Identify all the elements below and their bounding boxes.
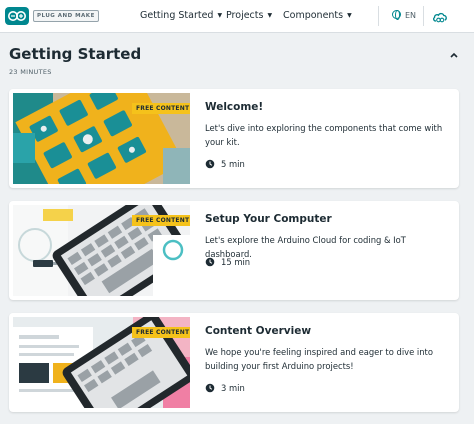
chevron-down-icon: ▼ xyxy=(267,12,273,19)
divider xyxy=(378,6,379,26)
card-title: Setup Your Computer xyxy=(205,213,332,225)
card-description: Let's dive into exploring the components… xyxy=(205,123,443,147)
card-duration: 5 min xyxy=(205,158,245,170)
card-title: Welcome! xyxy=(205,101,264,113)
divider xyxy=(423,6,424,26)
lesson-card-welcome[interactable]: FREE CONTENT Welcome! Let's dive into ex… xyxy=(9,89,459,188)
nav-components[interactable]: Components ▼ xyxy=(283,10,352,23)
plug-and-make-badge: PLUG AND MAKE xyxy=(33,10,99,22)
card-description: We hope you're feeling inspired and eage… xyxy=(205,347,433,371)
arduino-logo[interactable] xyxy=(5,7,29,25)
card-duration: 15 min xyxy=(205,256,250,268)
section-title: Getting Started xyxy=(9,45,142,63)
nav-projects-label: Projects xyxy=(226,10,264,21)
cloud-icon[interactable] xyxy=(432,9,448,23)
lesson-thumbnail-image: FREE CONTENT xyxy=(13,205,190,296)
clock-icon xyxy=(205,383,215,393)
language-selector[interactable]: EN xyxy=(392,10,416,22)
chevron-up-icon[interactable] xyxy=(447,47,461,61)
free-content-badge: FREE CONTENT xyxy=(132,215,190,226)
nav-getting-started[interactable]: Getting Started ▼ xyxy=(140,10,222,23)
clock-icon xyxy=(205,159,215,169)
clock-icon xyxy=(205,257,215,267)
card-duration-label: 15 min xyxy=(221,257,251,267)
lesson-card-setup-computer[interactable]: FREE CONTENT Setup Your Computer Let's e… xyxy=(9,201,459,300)
free-content-badge: FREE CONTENT xyxy=(132,103,190,114)
card-title: Content Overview xyxy=(205,325,312,337)
card-duration-label: 3 min xyxy=(221,383,245,393)
card-duration-label: 5 min xyxy=(221,159,245,169)
nav-getting-started-label: Getting Started xyxy=(140,10,214,21)
chevron-down-icon: ▼ xyxy=(347,12,352,19)
chevron-down-icon: ▼ xyxy=(217,12,223,19)
section-duration: 23 MINUTES xyxy=(9,68,52,76)
card-duration: 3 min xyxy=(205,382,245,394)
free-content-badge: FREE CONTENT xyxy=(132,327,190,338)
nav-projects[interactable]: Projects ▼ xyxy=(226,10,272,23)
globe-icon xyxy=(392,10,401,20)
lesson-thumbnail-image: FREE CONTENT xyxy=(13,93,190,184)
lesson-thumbnail-image: FREE CONTENT xyxy=(13,317,190,408)
language-label: EN xyxy=(405,11,417,20)
nav-components-label: Components xyxy=(283,10,344,21)
lesson-card-content-overview[interactable]: FREE CONTENT Content Overview We hope yo… xyxy=(9,313,459,412)
top-navigation-bar: PLUG AND MAKE Getting Started ▼ Projects ▼… xyxy=(0,0,474,33)
